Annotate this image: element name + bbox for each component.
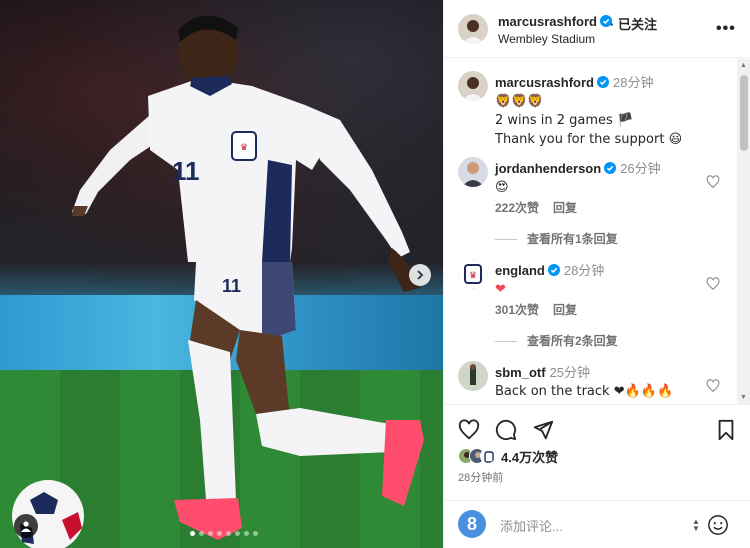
likes-summary[interactable]: 4.4万次赞 (458, 445, 558, 467)
resize-handle-icon[interactable]: ▲ ▼ (692, 518, 700, 533)
carousel-dot (244, 531, 249, 536)
view-replies-button[interactable]: 查看所有1条回复 (495, 230, 618, 247)
svg-text:♛: ♛ (469, 271, 477, 281)
liker-avatar (480, 448, 496, 464)
post-sidebar: marcusrashford · 已关注 Wembley Stadium •••… (443, 0, 750, 548)
heart-icon[interactable] (458, 419, 480, 441)
user-icon (21, 521, 31, 532)
comment-text: 😍 (495, 180, 509, 195)
comment-time: 25分钟 (549, 365, 591, 380)
like-comment-icon[interactable] (706, 277, 720, 291)
following-button[interactable]: · 已关注 (610, 14, 657, 33)
chevron-right-icon (417, 270, 424, 280)
comment-username[interactable]: sbm_otf (495, 365, 546, 380)
svg-text:♛: ♛ (240, 143, 248, 153)
carousel-dot (208, 531, 213, 536)
post-timestamp: 28分钟前 (458, 472, 504, 484)
add-comment-input[interactable]: 添加评论... (500, 516, 563, 535)
carousel-next-button[interactable] (409, 264, 431, 286)
comment-text: 2 wins in 2 games 🏴 (495, 113, 634, 128)
avatar[interactable]: ♛ (458, 259, 488, 289)
divider (495, 341, 517, 343)
comment-text: Thank you for the support 😃 (495, 132, 683, 147)
verified-badge-icon (547, 264, 560, 276)
comment-meta: 301次赞 回复 (495, 301, 591, 318)
emoji-icon[interactable] (707, 514, 729, 536)
avatar[interactable] (458, 361, 488, 391)
scroll-down-arrow-icon[interactable]: ▼ (740, 394, 747, 401)
verified-badge-icon (604, 162, 617, 174)
comment-time: 26分钟 (620, 161, 661, 176)
carousel-dot (199, 531, 204, 536)
comment-username[interactable]: england (495, 263, 560, 278)
divider (495, 239, 517, 241)
author-avatar[interactable] (458, 14, 488, 44)
likes-count[interactable]: 4.4万次赞 (501, 447, 558, 466)
avatar[interactable] (458, 157, 488, 187)
carousel-dots (190, 531, 258, 536)
carousel-dot (217, 531, 222, 536)
action-bar (444, 404, 750, 444)
current-user-avatar: 8 (458, 510, 486, 538)
like-comment-icon[interactable] (706, 379, 720, 393)
tagged-users-button[interactable] (14, 514, 38, 538)
comments-list: marcusrashford 28分钟 🦁🦁🦁 2 wins in 2 games… (444, 59, 740, 404)
scroll-up-arrow-icon[interactable]: ▲ (740, 62, 747, 69)
carousel-dot (253, 531, 258, 536)
comment-time: 28分钟 (612, 75, 654, 90)
reply-button[interactable]: 回复 (553, 303, 577, 317)
comment-likes[interactable]: 222次赞 (495, 201, 539, 215)
comment-time: 28分钟 (563, 263, 605, 278)
like-comment-icon[interactable] (706, 175, 720, 189)
carousel-dot (190, 531, 195, 536)
share-icon[interactable] (532, 419, 554, 441)
comment-meta: 222次赞 回复 (495, 199, 591, 216)
post-photo[interactable]: ♛ 11 11 (0, 0, 443, 548)
comment-text: Back on the track ❤🔥🔥🔥 (495, 384, 674, 399)
carousel-dot (226, 531, 231, 536)
comment-icon[interactable] (495, 419, 517, 441)
comments-scrollbar[interactable]: ▲ ▼ (737, 59, 750, 404)
comment-username[interactable]: marcusrashford (495, 75, 609, 90)
avatar[interactable] (458, 71, 488, 101)
comment-text: ❤ (495, 282, 506, 297)
comment-composer: 8 添加评论... ▲ ▼ (444, 500, 750, 548)
bookmark-icon[interactable] (715, 419, 737, 441)
comment-likes[interactable]: 301次赞 (495, 303, 539, 317)
verified-badge-icon (596, 76, 609, 88)
reply-button[interactable]: 回复 (553, 201, 577, 215)
post-header: marcusrashford · 已关注 Wembley Stadium ••• (444, 0, 750, 58)
comment-username[interactable]: jordanhenderson (495, 161, 617, 176)
svg-text:11: 11 (172, 156, 200, 186)
svg-text:11: 11 (222, 276, 241, 296)
more-options-icon[interactable]: ••• (716, 20, 736, 38)
comment-text: 🦁🦁🦁 (495, 94, 544, 109)
carousel-dot (235, 531, 240, 536)
view-replies-button[interactable]: 查看所有2条回复 (495, 332, 618, 349)
author-username[interactable]: marcusrashford (498, 14, 612, 29)
post-location[interactable]: Wembley Stadium (498, 32, 595, 46)
scrollbar-thumb[interactable] (740, 75, 748, 151)
player-illustration: ♛ 11 11 (12, 15, 424, 548)
